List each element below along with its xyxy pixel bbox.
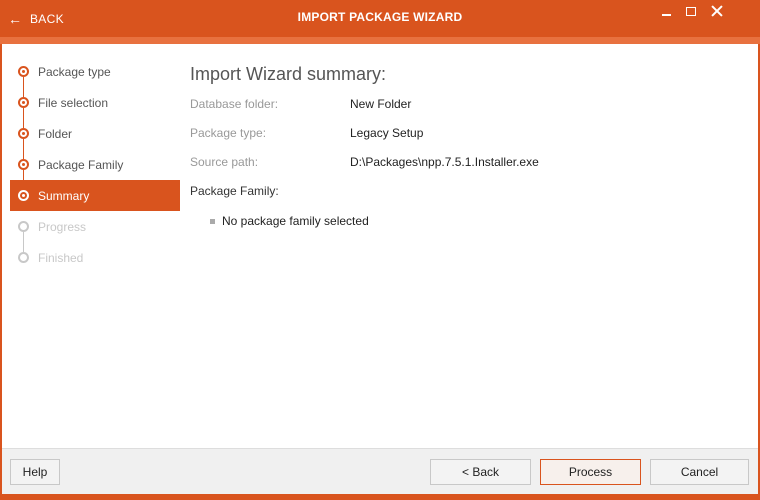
field-database-folder: Database folder: New Folder [190, 97, 750, 126]
step-label: File selection [38, 95, 109, 110]
step-label: Progress [38, 219, 87, 234]
field-source-path: Source path: D:\Packages\npp.7.5.1.Insta… [190, 155, 750, 184]
step-dot-icon [18, 252, 29, 263]
step-folder: Folder [10, 118, 180, 159]
bottom-strip [0, 494, 760, 500]
package-family-item-text: No package family selected [222, 214, 369, 228]
title-bar-strip [0, 37, 760, 44]
footer-bar: Help < Back Process Cancel [2, 448, 758, 494]
step-label: Folder [38, 126, 73, 141]
field-value: D:\Packages\npp.7.5.1.Installer.exe [350, 155, 539, 169]
step-label: Package type [38, 64, 111, 79]
bullet-icon [210, 218, 215, 224]
summary-heading: Import Wizard summary: [190, 64, 387, 84]
step-finished: Finished [10, 242, 180, 273]
step-label: Package Family [38, 157, 124, 172]
step-dot-icon [18, 159, 29, 170]
field-key: Database folder: [190, 97, 279, 111]
minimize-icon[interactable] [662, 14, 671, 16]
wizard-steps: Package type File selection Folder Packa… [10, 56, 180, 273]
package-family-item: No package family selected [190, 214, 750, 228]
window-title: IMPORT PACKAGE WIZARD [297, 10, 463, 24]
step-file-selection: File selection [10, 87, 180, 128]
step-progress: Progress [10, 211, 180, 252]
field-key: Package type: [190, 126, 267, 140]
summary-panel: Import Wizard summary: Database folder: … [190, 64, 750, 228]
title-bar: ← BACK IMPORT PACKAGE WIZARD [0, 0, 760, 37]
maximize-icon[interactable] [686, 7, 696, 16]
step-dot-icon [18, 190, 29, 201]
step-dot-icon [18, 97, 29, 108]
field-value: New Folder [350, 97, 412, 111]
content-area: Package type File selection Folder Packa… [2, 44, 758, 448]
back-button[interactable]: < Back [430, 459, 531, 485]
field-package-type: Package type: Legacy Setup [190, 126, 750, 155]
step-package-family: Package Family [10, 149, 180, 190]
package-family-label: Package Family: [190, 184, 279, 198]
step-dot-icon [18, 221, 29, 232]
help-button[interactable]: Help [10, 459, 60, 485]
process-button[interactable]: Process [540, 459, 641, 485]
step-dot-icon [18, 66, 29, 77]
field-value: Legacy Setup [350, 126, 424, 140]
cancel-button[interactable]: Cancel [650, 459, 749, 485]
wizard-window: ← BACK IMPORT PACKAGE WIZARD Package typ… [0, 0, 760, 500]
step-summary: Summary [10, 180, 180, 211]
step-label: Summary [38, 188, 90, 203]
step-dot-icon [18, 128, 29, 139]
step-label: Finished [38, 250, 84, 265]
close-icon[interactable] [710, 4, 724, 18]
step-package-type: Package type [10, 56, 180, 97]
field-key: Source path: [190, 155, 259, 169]
